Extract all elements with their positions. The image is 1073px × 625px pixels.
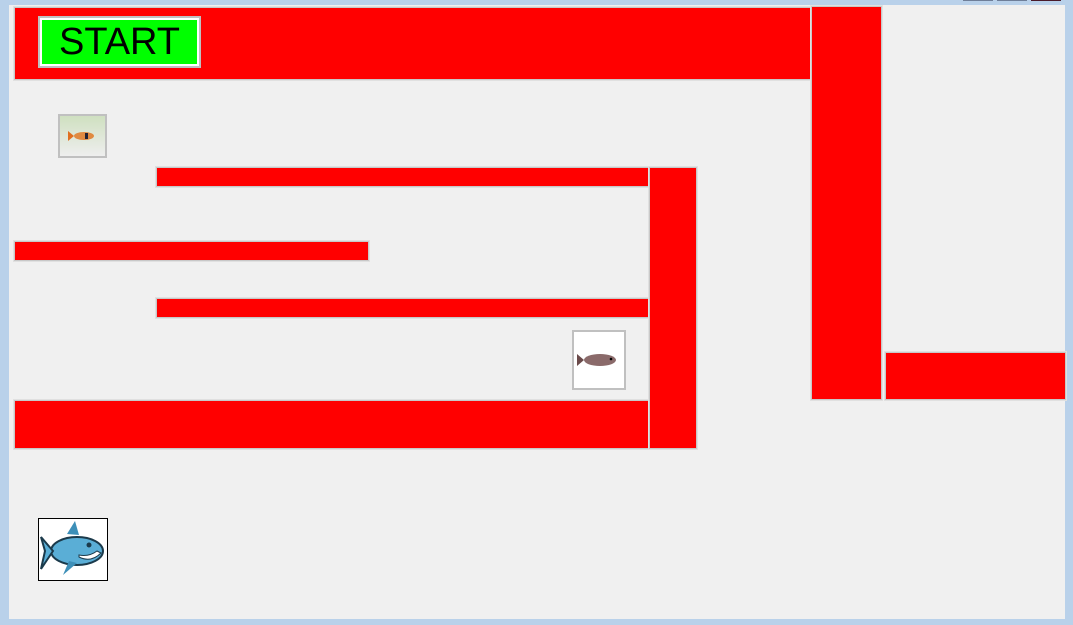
maze-wall — [810, 5, 883, 401]
maximize-button[interactable] — [997, 0, 1027, 1]
start-label[interactable]: START — [42, 20, 197, 64]
fish-icon — [572, 330, 626, 390]
maze-wall — [13, 240, 370, 262]
maze-wall — [13, 399, 650, 450]
maze-wall — [155, 166, 652, 188]
maze-wall — [155, 297, 652, 319]
minimize-button[interactable] — [963, 0, 993, 1]
fish-icon — [58, 114, 107, 158]
shark-icon — [38, 518, 108, 581]
close-button[interactable] — [1031, 0, 1061, 1]
start-button[interactable]: START — [38, 16, 201, 68]
maze-wall — [648, 166, 698, 450]
maze-wall — [884, 351, 1067, 401]
